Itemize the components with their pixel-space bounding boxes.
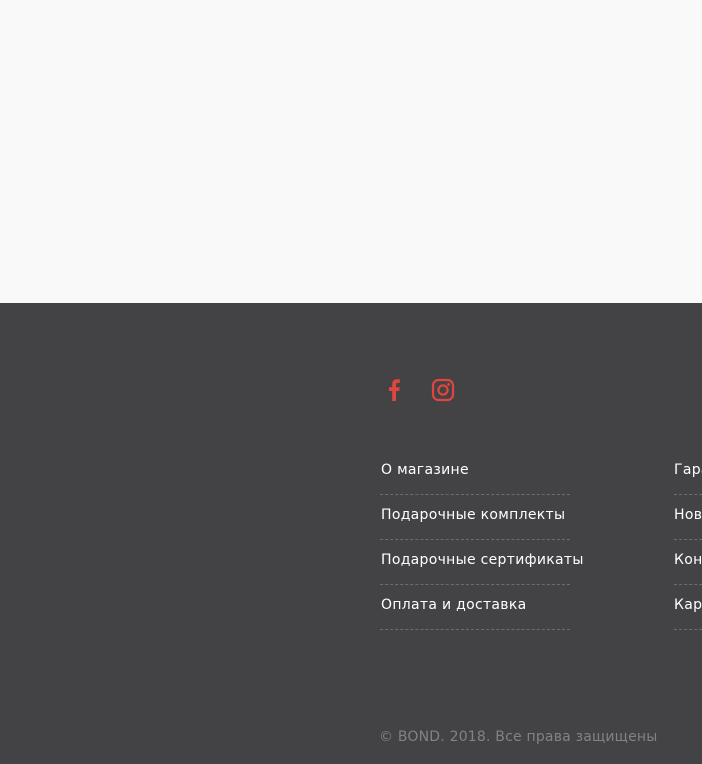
social-links: [381, 377, 456, 403]
facebook-icon[interactable]: [381, 377, 407, 403]
instagram-icon[interactable]: [430, 377, 456, 403]
footer-link-contacts[interactable]: Кон: [674, 539, 702, 585]
footer-menu-column-1: О магазине Подарочные комплекты Подарочн…: [380, 449, 583, 630]
footer-link-about[interactable]: О магазине: [380, 449, 581, 495]
footer-link-map[interactable]: Кар: [674, 584, 702, 630]
footer-link-guarantee[interactable]: Гара: [674, 449, 702, 495]
footer-menu-column-2: Гара Нов Кон Кар: [674, 449, 702, 630]
footer-link-payment-delivery[interactable]: Оплата и доставка: [380, 584, 581, 630]
copyright-text: © BOND. 2018. Все права защищены: [379, 729, 658, 745]
site-footer: О магазине Подарочные комплекты Подарочн…: [0, 303, 702, 764]
content-area: [0, 0, 702, 303]
footer-link-gift-certificates[interactable]: Подарочные сертификаты: [380, 539, 583, 585]
footer-link-gift-sets[interactable]: Подарочные комплекты: [380, 494, 581, 540]
footer-link-news[interactable]: Нов: [674, 494, 702, 540]
